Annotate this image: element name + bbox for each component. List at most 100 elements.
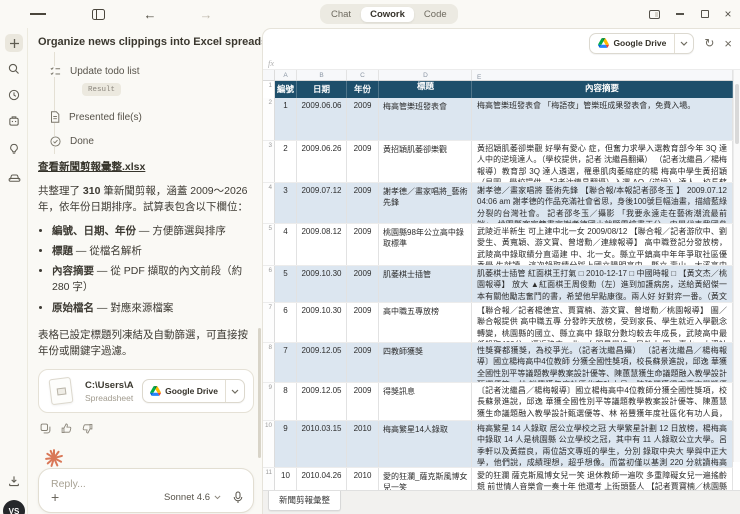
cell-date[interactable]: 2009.07.12 [297,183,347,223]
cell-year[interactable]: 2009 [347,183,379,223]
layout-restore-icon[interactable] [646,7,662,21]
new-chat-icon[interactable] [5,34,23,52]
cell-date[interactable]: 2009.12.05 [297,383,347,420]
sheet-tab[interactable]: 新聞剪報彙整 [268,491,342,511]
row-number[interactable]: 2 [263,98,275,140]
cell-id[interactable]: 5 [275,266,297,302]
history-icon[interactable] [5,86,23,104]
table-row[interactable]: 9 8 2009.12.05 2009 得獎訊息 〔記者沈繼昌／楊梅報導〕國立楊梅高中4位… [263,383,733,421]
table-row[interactable]: 6 5 2009.10.30 2009 肌萎棋士插管 肌萎棋士插管 紅面棋王打氣 □ 20… [263,266,733,303]
refresh-icon[interactable]: ↻ [704,36,714,50]
cell-date[interactable]: 2009.06.06 [297,98,347,140]
step-done[interactable]: Done [50,136,254,147]
spreadsheet-file-card[interactable]: C:\Users\Admi... Spreadsheet Google Driv… [38,369,254,414]
header-cell-date[interactable]: 日期 [297,81,347,98]
cell-summary[interactable]: 梅高管樂班發表會 「梅語夜」管樂班成果發表會，免費入場。 [472,98,733,140]
column-letter[interactable]: B [297,70,347,80]
row-number[interactable]: 6 [263,266,275,302]
microphone-icon[interactable] [233,491,243,504]
search-icon[interactable] [5,60,23,78]
cell-date[interactable]: 2009.06.26 [297,141,347,182]
cell-title[interactable]: 謝孝德／畫家唱將_藝術先鋒 [379,183,472,223]
tab-code[interactable]: Code [415,7,456,22]
cell-summary[interactable]: 〔記者沈繼昌／楊梅報導〕國立楊梅高中4位教師分獲全國性獎項，校長蘇景進說，邱逸 … [472,383,733,420]
row-number[interactable]: 11 [263,468,275,491]
menu-icon[interactable] [30,7,46,21]
step-presented-files[interactable]: Presented file(s) [50,111,254,123]
row-number[interactable]: 10 [263,421,275,467]
attach-plus-icon[interactable]: + [51,490,59,504]
table-row[interactable]: 3 2 2009.06.26 2009 黃招穎肌萎卻樂觀 黃招穎肌萎卻樂觀 好學有愛心 症… [263,141,733,183]
column-letter[interactable]: C [347,70,379,80]
user-avatar[interactable]: VS [3,500,25,514]
cell-date[interactable]: 2009.10.30 [297,266,347,302]
cell-id[interactable]: 2 [275,141,297,182]
close-panel-icon[interactable]: × [724,36,732,51]
column-letter[interactable]: D [379,70,472,80]
cell-date[interactable]: 2010.03.15 [297,421,347,467]
back-arrow-icon[interactable]: ← [142,7,158,21]
sheet-scrollbar[interactable] [733,70,740,462]
tab-chat[interactable]: Chat [322,7,360,22]
table-row[interactable]: 10 9 2010.03.15 2010 梅高繁星14人錄取 梅高繁星 14 人錄取 居公… [263,421,733,468]
cell-summary[interactable]: 愛的狂瀾 薩克斯風博女兒一笑 退休教師一遍吹 多重障礙女兒一遍搖齡競 前世情人音… [472,468,733,491]
cell-year[interactable]: 2009 [347,343,379,382]
cell-title[interactable]: 黃招穎肌萎卻樂觀 [379,141,472,182]
grid-corner[interactable] [263,70,275,80]
cell-title[interactable]: 桃園縣98年公立高中錄取標準 [379,224,472,265]
reply-composer[interactable]: + Sonnet 4.6 [38,468,254,514]
thumbs-down-icon[interactable] [82,423,93,434]
cell-id[interactable]: 9 [275,421,297,467]
cell-summary[interactable]: 肌萎棋士插管 紅面棋王打氣 □ 2010-12-17 □ 中國時報 □ 【黃文杰… [472,266,733,302]
close-window-icon[interactable]: × [720,7,736,21]
row-number[interactable]: 7 [263,303,275,342]
cell-date[interactable]: 2010.04.26 [297,468,347,491]
cell-year[interactable]: 2010 [347,421,379,467]
header-cell-summary[interactable]: 內容摘要 [472,81,733,98]
tab-cowork[interactable]: Cowork [361,6,414,22]
maximize-icon[interactable] [697,7,713,21]
minimize-icon[interactable] [672,7,688,21]
column-letter[interactable]: A [275,70,297,80]
row-number[interactable]: 4 [263,183,275,223]
cell-title[interactable]: 肌萎棋士插管 [379,266,472,302]
cell-id[interactable]: 7 [275,343,297,382]
forward-arrow-icon[interactable]: → [198,7,214,21]
cell-summary[interactable]: 梅高繁星 14 人錄取 居公立學校之冠 大學繁星計劃 12 日放榜，楊梅高中錄取… [472,421,733,467]
cell-title[interactable]: 愛的狂瀾_薩克斯風博女兒一笑 [379,468,472,491]
conversation-header[interactable]: Organize news clippings into Excel sprea… [38,34,290,56]
header-cell-title[interactable]: 標題 [379,81,472,98]
cell-year[interactable]: 2010 [347,468,379,491]
cell-id[interactable]: 3 [275,183,297,223]
google-drive-button[interactable]: Google Drive [142,379,245,404]
cell-id[interactable]: 1 [275,98,297,140]
cell-date[interactable]: 2009.10.30 [297,303,347,342]
cell-year[interactable]: 2009 [347,224,379,265]
table-row[interactable]: 4 3 2009.07.12 2009 謝孝德／畫家唱將_藝術先鋒 謝孝德／畫家唱將 藝術… [263,183,733,224]
cell-year[interactable]: 2009 [347,303,379,342]
row-number[interactable]: 9 [263,383,275,420]
row-number[interactable]: 1 [263,81,275,98]
table-row[interactable]: 2 1 2009.06.06 2009 梅高管樂班發表會 梅高管樂班發表會 「梅語夜」管樂… [263,98,733,141]
header-cell-id[interactable]: 編號 [275,81,297,98]
download-icon[interactable] [5,472,23,490]
cell-summary[interactable]: 【聯合報／記者楊德宜、賈寶楠、游文寶、曾增勳／桃園報導】 圖／聯合報提供 高中職… [472,303,733,342]
model-selector[interactable]: Sonnet 4.6 [164,492,221,503]
copy-icon[interactable] [40,423,51,434]
cell-date[interactable]: 2009.12.05 [297,343,347,382]
step-update-todo[interactable]: Update todo list [50,66,254,77]
drive-options-chevron[interactable] [675,41,693,46]
cell-id[interactable]: 10 [275,468,297,491]
cell-year[interactable]: 2009 [347,141,379,182]
cell-id[interactable]: 4 [275,224,297,265]
cell-year[interactable]: 2009 [347,98,379,140]
cell-title[interactable]: 梅高繁星14人錄取 [379,421,472,467]
google-drive-button[interactable]: Google Drive [589,32,695,54]
cell-id[interactable]: 6 [275,303,297,342]
result-chip[interactable]: Result [82,83,122,96]
cell-summary[interactable]: 謝孝德／畫家唱將 藝術先鋒 【聯合報/本報記者邵冬玉 】 2009.07.12 … [472,183,733,223]
sidebar-toggle-icon[interactable] [90,7,106,21]
cell-title[interactable]: 梅高管樂班發表會 [379,98,472,140]
sheet-scrollbar-thumb[interactable] [735,84,739,144]
table-row[interactable]: 7 6 2009.10.30 2009 高中職五專放榜 【聯合報／記者楊德宜、賈寶楠、游文… [263,303,733,343]
